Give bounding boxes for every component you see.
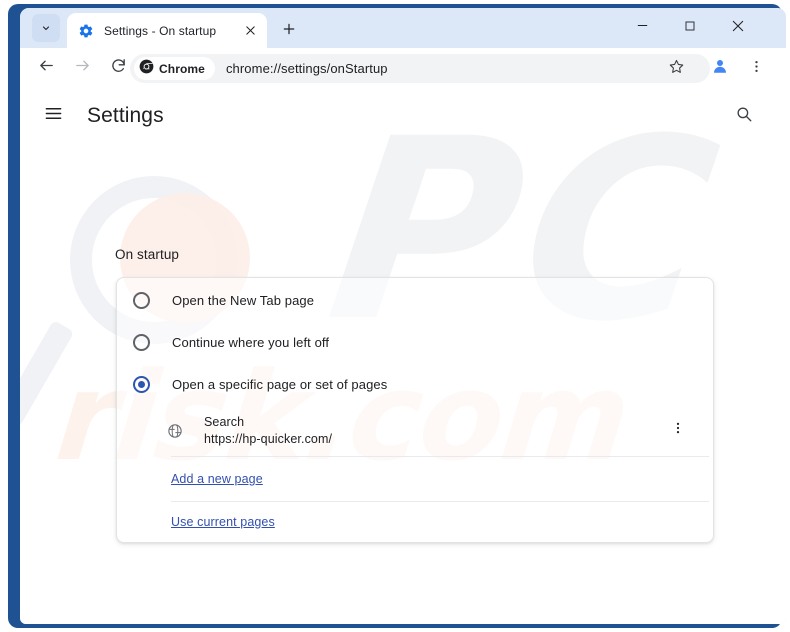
profile-button[interactable]	[706, 55, 733, 82]
tab-search-button[interactable]	[32, 14, 60, 42]
radio-button-continue[interactable]	[133, 333, 150, 351]
startup-page-menu-button[interactable]	[665, 417, 691, 443]
use-current-pages-link[interactable]: Use current pages	[171, 515, 275, 529]
radio-button-specific-page[interactable]	[133, 375, 150, 393]
address-bar[interactable]: Chrome chrome://settings/onStartup	[130, 54, 710, 83]
minimize-icon	[636, 19, 649, 37]
card-divider	[171, 456, 709, 457]
new-tab-button[interactable]	[276, 18, 302, 44]
browser-window: Settings - On startup Chrome chrome://se…	[20, 8, 786, 624]
tab-strip: Settings - On startup	[20, 8, 786, 48]
page-title: Settings	[87, 104, 164, 127]
add-a-new-page-link[interactable]: Add a new page	[171, 472, 263, 486]
forward-button[interactable]	[67, 53, 97, 83]
maximize-button[interactable]	[668, 12, 712, 44]
hamburger-menu-button[interactable]	[41, 104, 65, 128]
startup-page-url: https://hp-quicker.com/	[204, 432, 333, 446]
tab-title: Settings - On startup	[104, 23, 217, 38]
chrome-menu-button[interactable]	[743, 55, 770, 82]
plus-icon	[282, 22, 296, 41]
settings-page: PC risk.com Settings On startup	[20, 88, 786, 624]
close-icon	[731, 19, 745, 38]
maximize-icon	[684, 19, 696, 37]
radio-label-specific-page: Open a specific page or set of pages	[172, 376, 388, 392]
reload-icon	[110, 57, 127, 79]
back-button[interactable]	[31, 53, 61, 83]
section-title: On startup	[115, 247, 180, 262]
minimize-button[interactable]	[620, 12, 664, 44]
radio-option-new-tab[interactable]: Open the New Tab page	[117, 279, 713, 321]
on-startup-card: Open the New Tab page Continue where you…	[116, 277, 714, 543]
three-dot-vertical-icon	[671, 421, 685, 440]
radio-button-new-tab[interactable]	[133, 291, 150, 309]
star-icon	[668, 58, 685, 80]
browser-toolbar: Chrome chrome://settings/onStartup	[20, 48, 786, 88]
close-icon[interactable]	[241, 22, 259, 40]
startup-page-name: Search	[204, 415, 245, 429]
chevron-down-icon	[40, 22, 52, 34]
globe-icon	[167, 423, 183, 439]
browser-tab[interactable]: Settings - On startup	[67, 13, 267, 48]
radio-label-new-tab: Open the New Tab page	[172, 292, 315, 308]
radio-label-continue: Continue where you left off	[172, 334, 330, 350]
reload-button[interactable]	[103, 53, 133, 83]
startup-page-text: Search https://hp-quicker.com/	[204, 414, 332, 448]
startup-page-row: Search https://hp-quicker.com/	[117, 406, 713, 456]
bookmark-button[interactable]	[663, 55, 690, 82]
settings-search-button[interactable]	[730, 102, 758, 130]
chrome-chip-label: Chrome	[159, 61, 205, 76]
radio-option-continue[interactable]: Continue where you left off	[117, 321, 713, 363]
back-arrow-icon	[38, 57, 55, 79]
browser-window-frame: Settings - On startup Chrome chrome://se…	[8, 4, 786, 628]
chrome-chip: Chrome	[134, 57, 215, 80]
close-window-button[interactable]	[716, 12, 760, 44]
three-dot-vertical-icon	[749, 59, 764, 79]
settings-gear-icon	[78, 23, 94, 39]
chrome-logo-icon	[139, 59, 154, 79]
address-bar-url: chrome://settings/onStartup	[225, 61, 388, 76]
person-avatar-icon	[711, 57, 729, 80]
hamburger-menu-icon	[44, 104, 63, 128]
settings-header: Settings	[20, 88, 786, 144]
search-icon	[735, 105, 753, 128]
forward-arrow-icon	[74, 57, 91, 79]
radio-option-specific-page[interactable]: Open a specific page or set of pages	[117, 363, 713, 405]
card-divider	[171, 501, 709, 502]
